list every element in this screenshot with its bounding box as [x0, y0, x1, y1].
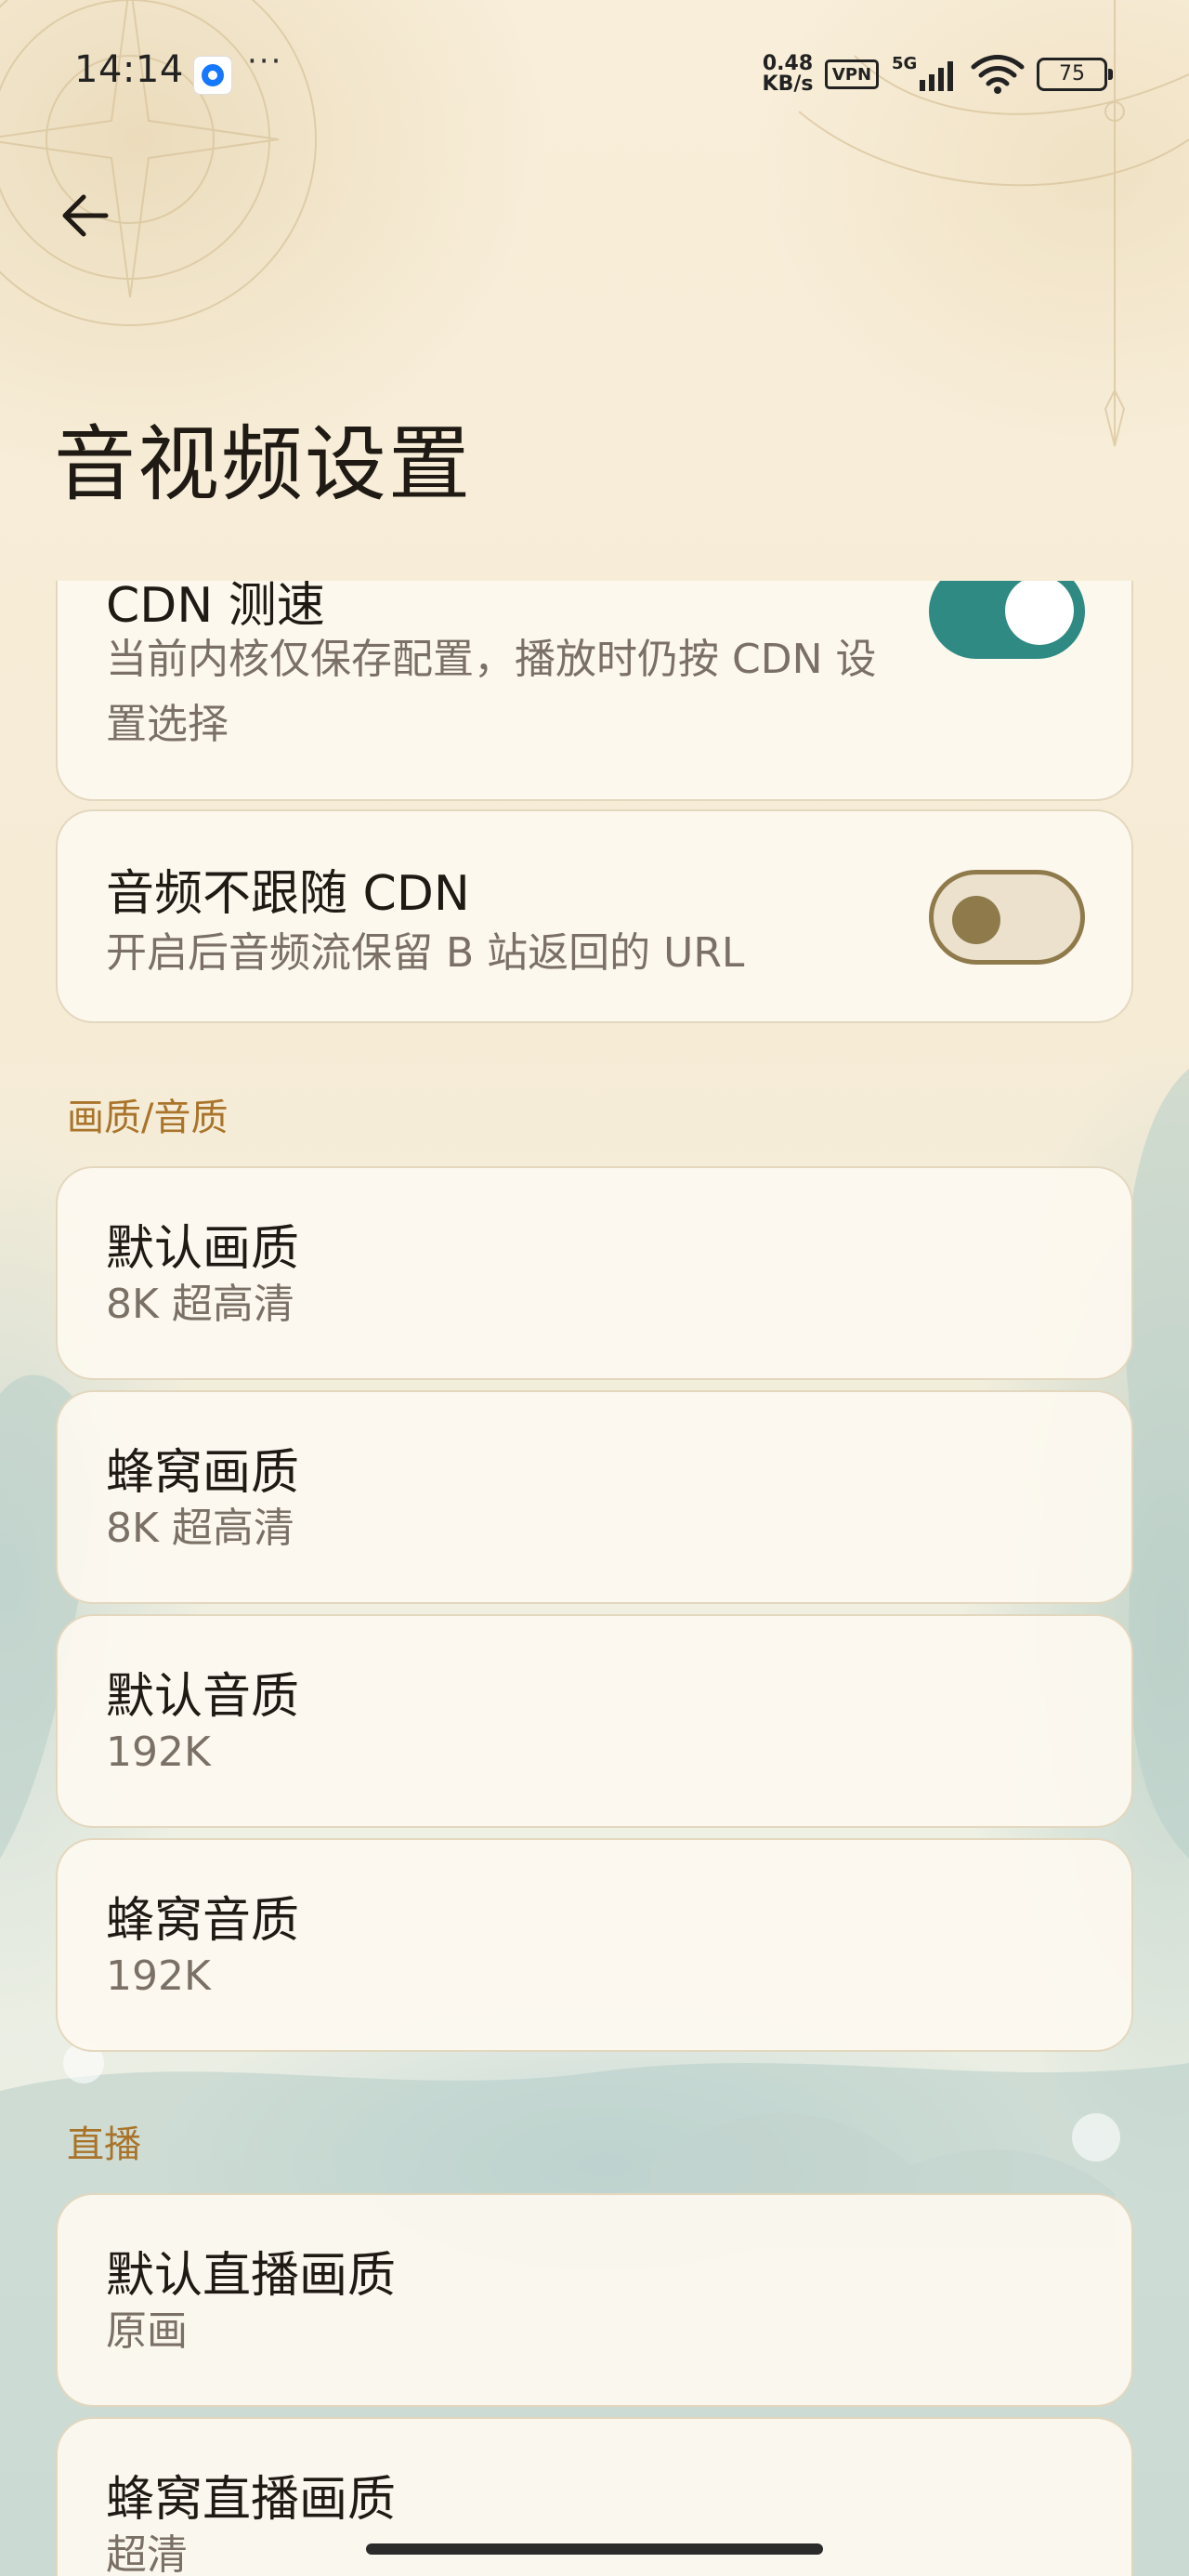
setting-value: 8K 超高清 [106, 1505, 294, 1552]
setting-title: 默认直播画质 [106, 2248, 397, 2304]
section-header-quality: 画质/音质 [67, 1097, 229, 1139]
back-button[interactable] [56, 186, 115, 245]
setting-description: 开启后音频流保留 B 站返回的 URL [106, 929, 745, 977]
setting-title: 蜂窝音质 [106, 1893, 300, 1949]
setting-value: 192K [106, 1728, 211, 1776]
default-video-quality-setting[interactable]: 默认画质 8K 超高清 [56, 1166, 1133, 1380]
cdn-speed-toggle[interactable] [929, 581, 1085, 659]
setting-title: 蜂窝直播画质 [106, 2472, 397, 2528]
setting-title: 默认画质 [106, 1221, 300, 1277]
page-title: 音视频设置 [54, 416, 473, 512]
arrow-left-icon [62, 194, 109, 237]
audio-not-follow-cdn-setting[interactable]: 音频不跟随 CDN 开启后音频流保留 B 站返回的 URL [56, 809, 1133, 1023]
setting-description: 当前内核仅保存配置，播放时仍按 CDN 设置选择 [106, 636, 877, 748]
battery-indicator: 75 [1037, 58, 1113, 91]
vpn-icon: VPN [825, 59, 879, 89]
setting-value: 192K [106, 1952, 211, 2000]
wifi-icon [970, 54, 1026, 99]
setting-value: 超清 [106, 2531, 188, 2576]
toggle-knob [1005, 581, 1074, 645]
setting-title: 默认音质 [106, 1669, 300, 1725]
network-speed-value: 0.48 [762, 52, 814, 75]
settings-list[interactable]: CDN 测速 当前内核仅保存配置，播放时仍按 CDN 设置选择 音频不跟随 CD… [0, 581, 1189, 2576]
default-audio-quality-setting[interactable]: 默认音质 192K [56, 1614, 1133, 1828]
audio-not-follow-cdn-toggle[interactable] [929, 870, 1085, 965]
cdn-speed-setting[interactable]: CDN 测速 当前内核仅保存配置，播放时仍按 CDN 设置选择 [56, 581, 1133, 801]
setting-value: 8K 超高清 [106, 1281, 294, 1328]
status-time: 14:14 [74, 48, 184, 91]
network-speed-unit: KB/s [762, 72, 814, 96]
home-indicator[interactable] [366, 2543, 823, 2555]
cellular-video-quality-setting[interactable]: 蜂窝画质 8K 超高清 [56, 1390, 1133, 1604]
setting-value: 原画 [106, 2307, 188, 2355]
default-live-quality-setting[interactable]: 默认直播画质 原画 [56, 2193, 1133, 2407]
setting-title: 蜂窝画质 [106, 1445, 300, 1501]
network-type-label: 5G [892, 54, 917, 73]
status-bar: 14:14 ··· 0.48 KB/s VPN 5G 75 [0, 0, 1189, 149]
cellular-audio-quality-setting[interactable]: 蜂窝音质 192K [56, 1838, 1133, 2052]
cellular-signal-icon: 5G [890, 52, 960, 99]
section-header-live: 直播 [67, 2123, 141, 2166]
setting-title: 音频不跟随 CDN [106, 866, 470, 922]
more-notifications-icon: ··· [247, 43, 283, 80]
toggle-knob [952, 896, 1000, 944]
network-speed: 0.48 KB/s [758, 54, 817, 95]
app-notification-icon [193, 56, 232, 95]
